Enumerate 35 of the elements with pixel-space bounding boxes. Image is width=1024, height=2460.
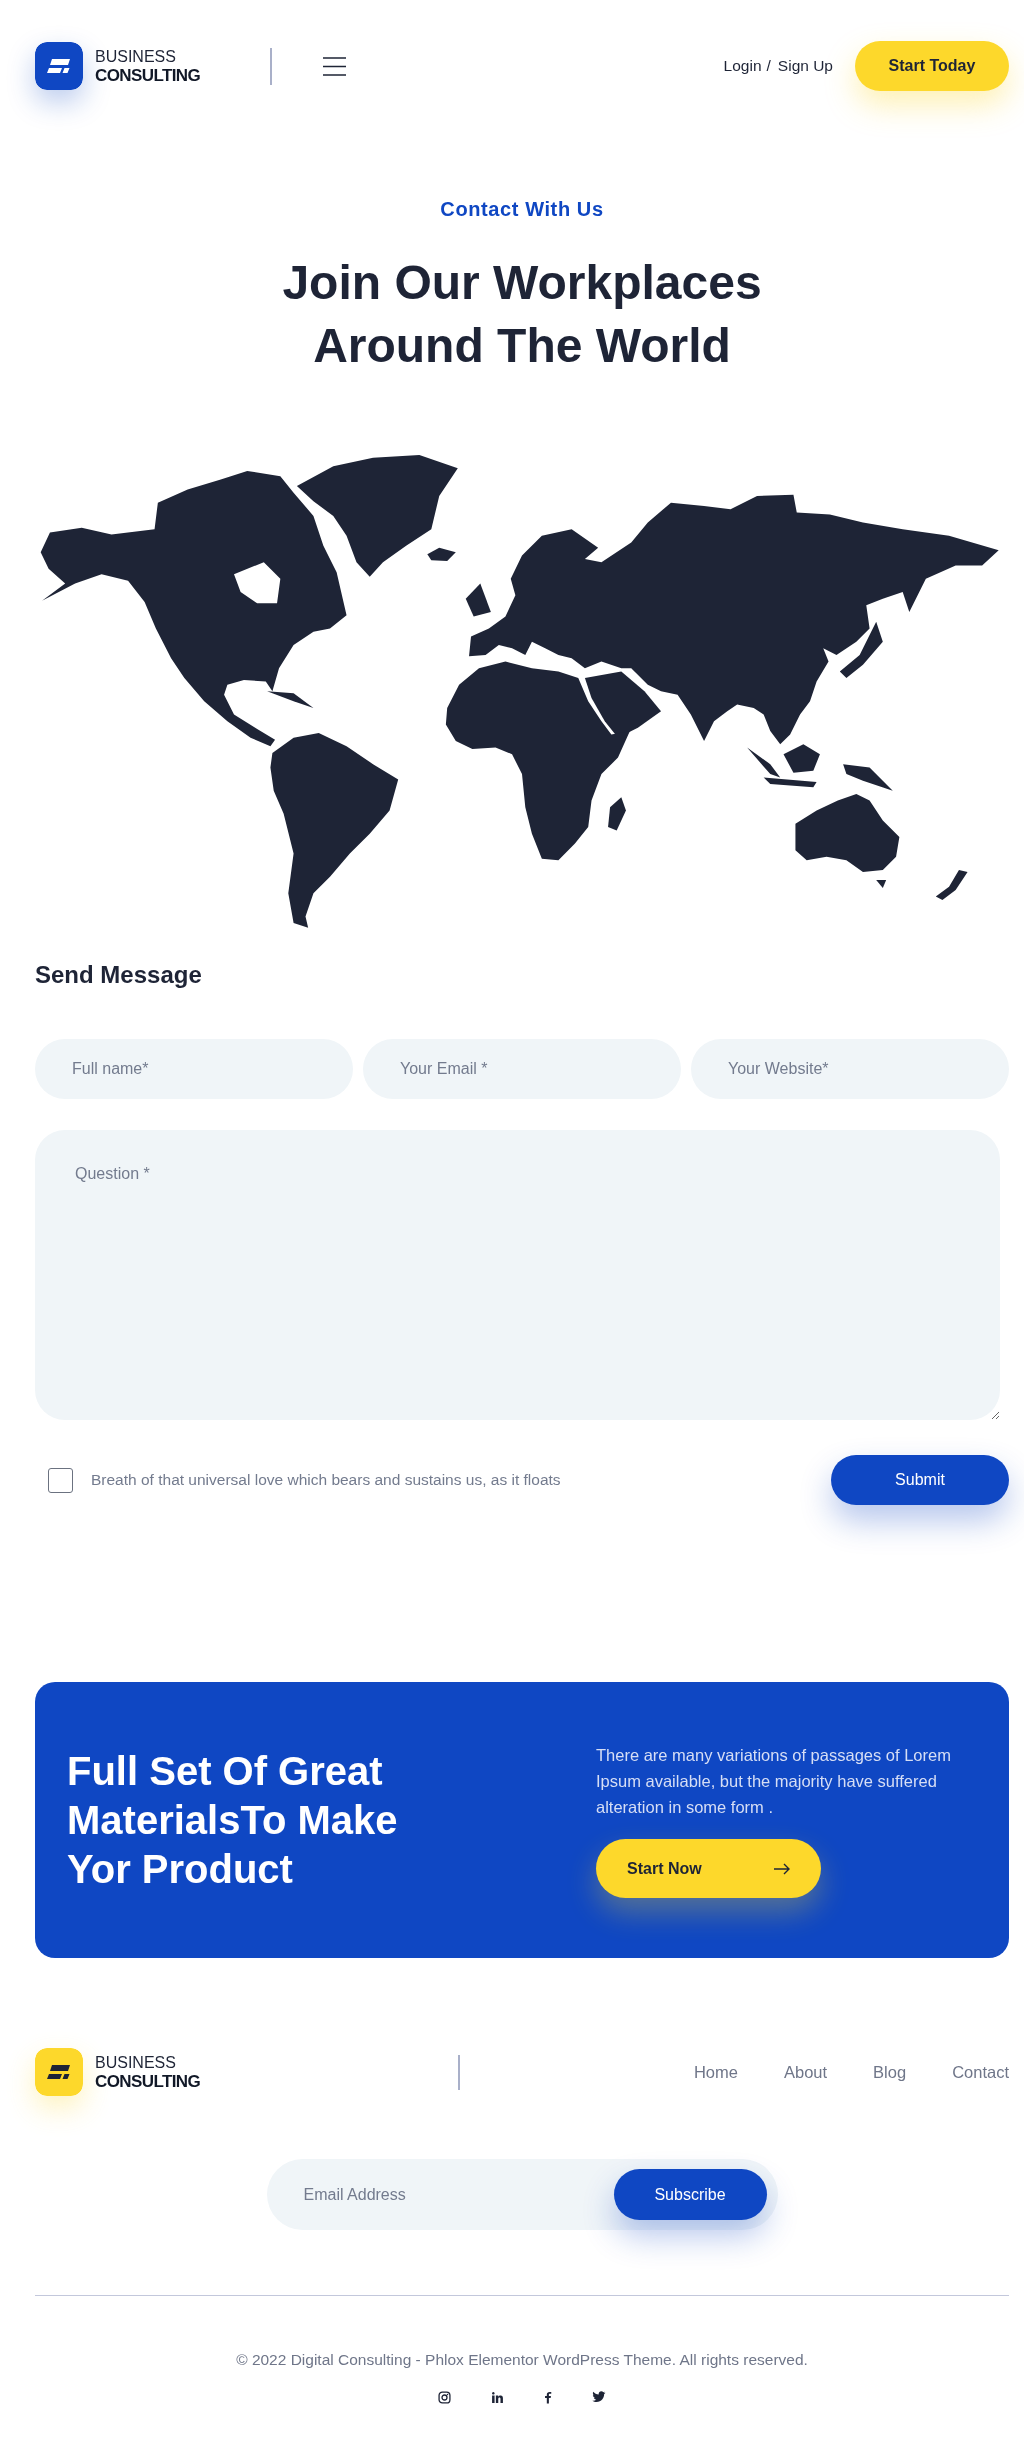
consent-label: Breath of that universal love which bears and sustains us, as it floats: [91, 1470, 561, 1491]
sign-up-link[interactable]: Sign Up: [777, 54, 833, 78]
linkedin-icon[interactable]: [491, 2391, 504, 2404]
subscribe-button[interactable]: Subscribe: [613, 2169, 767, 2220]
nav-link[interactable]: Home: [693, 2059, 738, 2085]
nav-link[interactable]: Blog: [873, 2059, 907, 2085]
start-today-button[interactable]: Start Today: [855, 41, 1009, 91]
input-field[interactable]: Your Website*: [691, 1039, 1009, 1099]
nav-link[interactable]: Contact: [952, 2059, 1009, 2085]
page-heading: Join Our Workplaces Around The World: [281, 255, 763, 374]
start-now-button[interactable]: Start Now: [596, 1839, 821, 1898]
twitter-icon[interactable]: [592, 2391, 606, 2403]
logo-icon: [35, 42, 83, 90]
logo-text: BUSINESS: [95, 46, 177, 66]
login-link[interactable]: Login: [723, 54, 762, 78]
arrow-icon: [774, 1862, 790, 1875]
facebook-icon[interactable]: [544, 2391, 552, 2404]
instagram-icon[interactable]: [438, 2391, 451, 2404]
logo-text: BUSINESS: [95, 2052, 177, 2072]
menu-icon[interactable]: [323, 56, 346, 76]
separator-text: /: [766, 56, 771, 77]
logo-text: CONSULTING: [95, 2071, 201, 2092]
submit-button[interactable]: Submit: [831, 1455, 1009, 1505]
section-label: Contact With Us: [440, 197, 604, 222]
banner-text: There are many variations of passages of Lorem Ipsum available, but the majority have suffered alteration in some form .: [596, 1745, 952, 1818]
logo-text: CONSULTING: [95, 65, 201, 86]
question-field[interactable]: Question *: [35, 1130, 1000, 1420]
checkbox[interactable]: [48, 1467, 73, 1493]
form-heading: Send Message: [35, 960, 202, 990]
nav-link[interactable]: About: [783, 2059, 828, 2085]
banner-heading: Full Set Of Great MaterialsTo Make Yor Product: [67, 1747, 399, 1893]
logo-icon: [35, 2048, 83, 2096]
input-field[interactable]: Your Email *: [363, 1039, 681, 1099]
input-field[interactable]: Full name*: [35, 1039, 353, 1099]
copyright-text: © 2022 Digital Consulting - Phlox Elementor WordPress Theme. All rights reserved.: [236, 2350, 808, 2370]
